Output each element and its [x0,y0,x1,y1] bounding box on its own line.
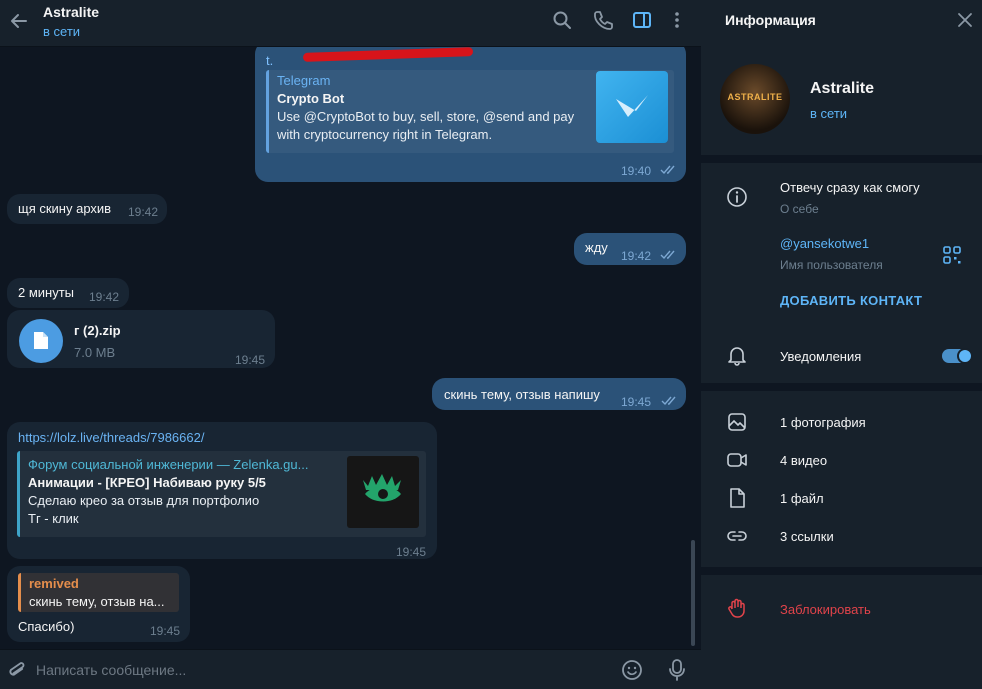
message-text: Спасибо) [18,619,75,634]
message-time: 19:45 [396,545,427,559]
profile-info-panel: Информация ASTRALITE Astralite в сети От… [701,0,982,689]
message-time: 19:42 [89,290,120,304]
chat-header: Astralite в сети [0,0,701,47]
link-preview-card[interactable]: Форум социальной инженерии — Zelenka.gu.… [17,451,426,537]
file-download-button[interactable] [19,319,63,363]
shared-media-section: 1 фотография 4 видео 1 файл 3 ссылки [701,391,982,567]
qr-code-icon[interactable] [941,244,963,266]
message-incoming-link[interactable]: https://lolz.live/threads/7986662/ Форум… [7,422,437,559]
photo-icon [728,413,746,431]
file-size: 7.0 MB [74,345,116,360]
reply-author: remived [29,576,79,591]
notifications-toggle[interactable] [942,348,973,364]
message-link[interactable]: https://lolz.live/threads/7986662/ [18,429,204,447]
cryptobot-logo-icon [616,95,648,117]
message-incoming[interactable]: щя скину архив 19:42 [7,194,167,224]
redaction-mark [302,47,474,62]
add-contact-button[interactable]: ДОБАВИТЬ КОНТАКТ [780,293,922,308]
shared-videos-item[interactable]: 4 видео [780,453,827,468]
search-icon[interactable] [551,9,573,31]
message-link[interactable]: t. [266,52,273,70]
message-incoming[interactable]: 2 минуты 19:42 [7,278,129,308]
info-icon [727,187,747,207]
message-text: 2 минуты [18,285,75,300]
read-ticks-icon [661,396,676,406]
link-preview-card[interactable]: Telegram Crypto Bot Use @CryptoBot to bu… [266,70,674,153]
read-ticks-icon [660,250,675,260]
message-file[interactable]: г (2).zip 7.0 MB 19:45 [7,310,275,368]
zelenka-eye-logo-icon [363,474,401,502]
chat-area: Astralite в сети t. Telegram Crypto Bot … [0,0,701,689]
sidebar-toggle-icon[interactable] [631,9,653,31]
message-time: 19:45 [235,353,266,367]
back-arrow-icon[interactable] [6,8,32,34]
shared-links-item[interactable]: 3 ссылки [780,529,834,544]
video-icon [727,453,747,467]
message-time: 19:42 [128,205,159,219]
link-preview-title: Анимации - [КРЕО] Набиваю руку 5/5 [28,475,266,490]
phone-icon[interactable] [592,9,614,31]
file-icon [34,332,48,349]
bio-label: О себе [780,202,819,216]
link-preview-site: Форум социальной инженерии — Zelenka.gu.… [28,457,309,472]
message-outgoing[interactable]: жду 19:42 [574,233,686,265]
toggle-knob [957,348,973,364]
message-list[interactable]: t. Telegram Crypto Bot Use @CryptoBot to… [0,47,701,649]
message-outgoing-link[interactable]: t. Telegram Crypto Bot Use @CryptoBot to… [255,47,686,182]
notifications-label: Уведомления [780,349,862,364]
message-time: 19:45 [621,395,652,409]
bio-text: Отвечу сразу как смогу [780,180,920,195]
file-name[interactable]: г (2).zip [74,322,121,340]
link-preview-description-2: with cryptocurrency right in Telegram. [277,127,493,142]
link-preview-thumbnail [347,456,419,528]
link-preview-title: Crypto Bot [277,91,345,106]
chat-title[interactable]: Astralite [43,4,99,20]
link-preview-description: Use @CryptoBot to buy, sell, store, @sen… [277,109,575,124]
block-section: Заблокировать [701,575,982,689]
emoji-icon[interactable] [621,659,643,681]
link-preview-thumbnail [596,71,668,143]
close-icon[interactable] [956,11,974,29]
shared-photos-item[interactable]: 1 фотография [780,415,866,430]
message-text: щя скину архив [18,201,112,216]
profile-header-section: Информация ASTRALITE Astralite в сети [701,0,982,155]
reply-text: скинь тему, отзыв на... [29,594,165,609]
link-preview-site: Telegram [277,73,331,88]
message-text: скинь тему, отзыв напишу [444,387,600,402]
info-panel-title: Информация [725,12,816,28]
message-text: жду [585,240,608,255]
avatar[interactable]: ASTRALITE [720,64,790,134]
avatar-text: ASTRALITE [727,92,783,102]
username-text[interactable]: @yansekotwe1 [780,236,869,251]
link-preview-description-2: Тг - клик [28,511,79,526]
chat-status: в сети [43,24,81,39]
message-time: 19:40 [621,164,652,178]
file-icon [730,488,745,508]
message-scrollbar[interactable] [691,540,695,646]
attach-paperclip-icon[interactable] [6,659,28,681]
profile-status: в сети [810,106,848,121]
shared-files-item[interactable]: 1 файл [780,491,824,506]
link-icon [727,531,747,541]
message-incoming-reply[interactable]: remived скинь тему, отзыв на... Спасибо)… [7,566,190,642]
bell-icon [728,347,746,366]
username-label: Имя пользователя [780,258,883,272]
profile-name: Astralite [810,80,875,97]
block-hand-icon [728,598,745,618]
read-ticks-icon [660,165,675,175]
block-user-button[interactable]: Заблокировать [780,602,871,617]
message-outgoing[interactable]: скинь тему, отзыв напишу 19:45 [432,378,686,410]
message-input[interactable] [36,656,596,684]
telegram-window: Astralite в сети t. Telegram Crypto Bot … [0,0,982,689]
more-menu-icon[interactable] [666,9,688,31]
profile-details-section: Отвечу сразу как смогу О себе @yansekotw… [701,163,982,383]
message-time: 19:42 [621,249,652,263]
reply-quote[interactable]: remived скинь тему, отзыв на... [18,573,179,612]
message-time: 19:45 [150,624,181,638]
link-preview-description: Сделаю крео за отзыв для портфолио [28,493,260,508]
microphone-icon[interactable] [666,658,688,682]
message-composer [0,649,701,689]
